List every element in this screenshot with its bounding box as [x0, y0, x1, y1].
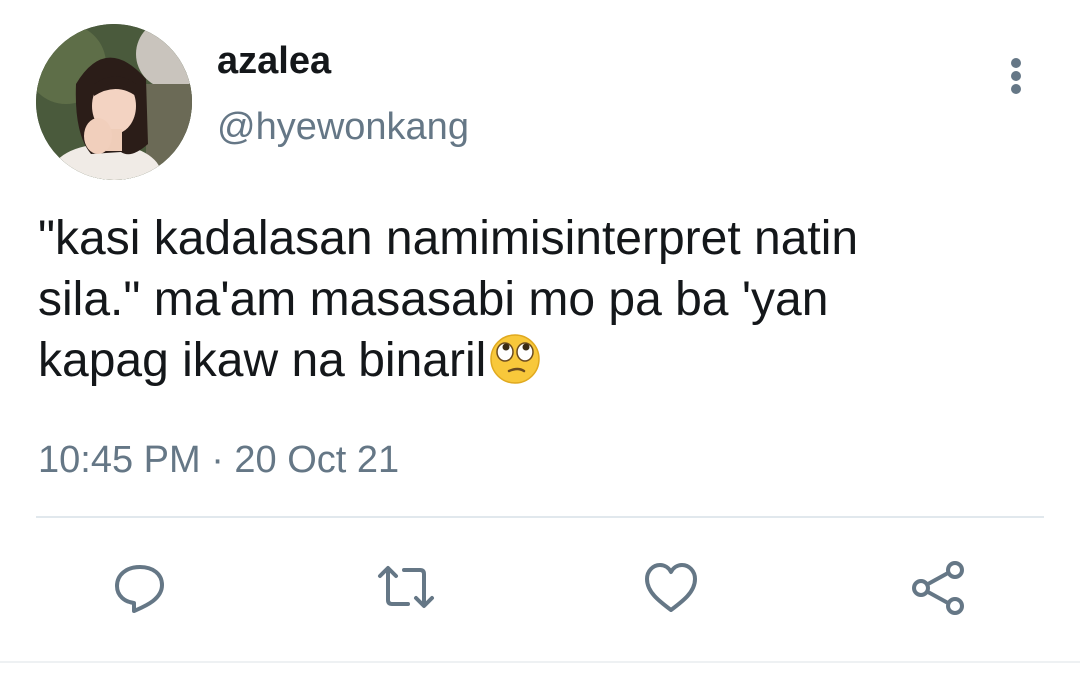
face-with-rolling-eyes-icon — [490, 334, 541, 384]
more-dot — [1011, 58, 1021, 68]
profile-photo-icon — [36, 24, 192, 180]
more-dot — [1011, 84, 1021, 94]
like-button[interactable] — [641, 558, 701, 618]
reply-button[interactable] — [110, 558, 170, 618]
bottom-divider — [0, 661, 1080, 663]
tweet-text-line: kapag ikaw na binaril — [38, 334, 487, 387]
handle[interactable]: @hyewonkang — [217, 102, 469, 152]
tweet-text: "kasi kadalasan namimisinterpret natin s… — [38, 208, 1038, 391]
tweet-text-line: sila." ma'am masasabi mo pa ba 'yan — [38, 273, 829, 326]
display-name[interactable]: azalea — [217, 36, 331, 86]
tweet-text-line: "kasi kadalasan namimisinterpret natin — [38, 212, 859, 265]
heart-icon — [645, 563, 697, 612]
timestamp[interactable]: 10:45 PM · 20 Oct 21 — [38, 436, 399, 484]
divider — [36, 516, 1044, 518]
more-dot — [1011, 71, 1021, 81]
retweet-icon — [378, 566, 434, 608]
share-icon — [912, 561, 964, 615]
avatar[interactable] — [36, 24, 192, 180]
more-vertical-icon[interactable] — [996, 52, 1036, 100]
retweet-button[interactable] — [376, 558, 436, 618]
tweet-card: azalea @hyewonkang "kasi kadalasan namim… — [0, 0, 1080, 681]
speech-bubble-icon — [115, 565, 164, 613]
share-button[interactable] — [908, 558, 968, 618]
